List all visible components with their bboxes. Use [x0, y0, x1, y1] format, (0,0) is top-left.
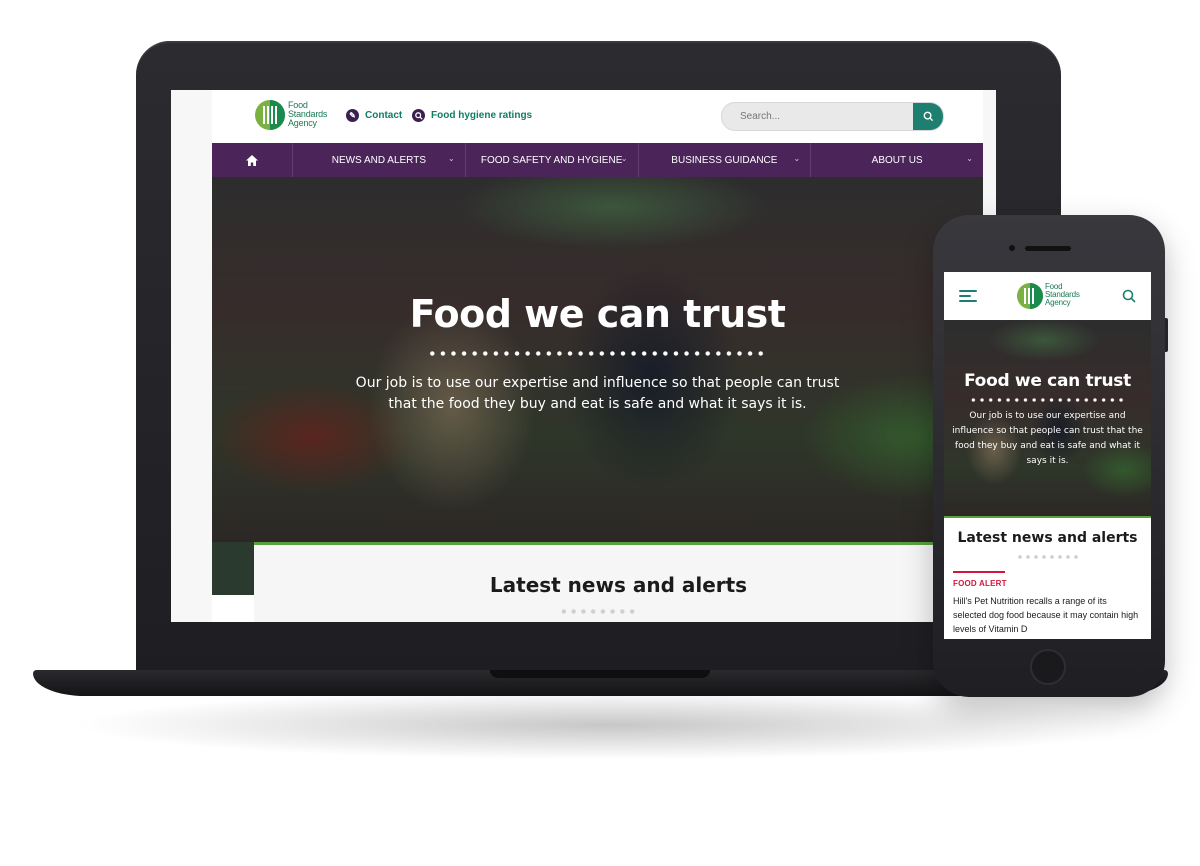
- chevron-down-icon: ⌄: [966, 154, 973, 163]
- mobile-hero-divider: [969, 398, 1126, 402]
- site-header: Food Standards Agency ✎ Contact Food hyg…: [212, 90, 983, 143]
- news-item-link[interactable]: Hill's Pet Nutrition recalls a range of …: [953, 594, 1139, 636]
- chevron-down-icon: ⌄: [620, 154, 628, 163]
- mobile-news-section: Latest news and alerts FOOD ALERT Hill's…: [944, 516, 1151, 639]
- phone-frame: Food Standards Agency Food we can trust …: [933, 215, 1165, 697]
- nav-item-business-guidance[interactable]: BUSINESS GUIDANCE ⌄: [639, 143, 812, 177]
- laptop-screen: Food Standards Agency ✎ Contact Food hyg…: [171, 90, 996, 622]
- nav-item-label: ABOUT US: [871, 154, 923, 166]
- food-hygiene-ratings-label: Food hygiene ratings: [431, 110, 533, 121]
- news-section: Latest news and alerts: [254, 542, 983, 622]
- search-button[interactable]: [913, 103, 943, 130]
- nav-item-about-us[interactable]: ABOUT US ⌄: [811, 143, 983, 177]
- contact-link[interactable]: ✎ Contact: [346, 109, 402, 122]
- chevron-down-icon: ⌄: [793, 154, 801, 163]
- hero-subtitle: Our job is to use our expertise and infl…: [355, 375, 840, 412]
- nav-item-news-and-alerts[interactable]: NEWS AND ALERTS ⌄: [293, 143, 466, 177]
- chevron-down-icon: ⌄: [448, 154, 455, 163]
- hamburger-menu-icon[interactable]: [959, 290, 977, 302]
- mobile-header: Food Standards Agency: [944, 272, 1151, 320]
- news-carousel-dots[interactable]: [559, 609, 637, 614]
- laptop-shadow: [70, 690, 1150, 760]
- fsa-logo-icon: [1017, 283, 1043, 309]
- nav-item-label: NEWS AND ALERTS: [331, 154, 427, 166]
- food-hygiene-ratings-link[interactable]: Food hygiene ratings: [412, 109, 532, 122]
- hero-divider: [427, 351, 767, 356]
- logo-text: Food Standards Agency: [1045, 282, 1080, 307]
- desktop-page: Food Standards Agency ✎ Contact Food hyg…: [212, 90, 983, 622]
- logo-text: Food Standards Agency: [288, 100, 328, 128]
- laptop-notch: [490, 670, 710, 678]
- mobile-hero-banner: Food we can trust Our job is to use our …: [944, 320, 1151, 516]
- home-icon: [246, 154, 258, 166]
- phone-camera: [1009, 245, 1015, 251]
- news-section-title: Latest news and alerts: [489, 573, 748, 597]
- mobile-news-carousel-dots[interactable]: [1016, 555, 1080, 559]
- pencil-icon: ✎: [346, 109, 359, 122]
- site-logo[interactable]: Food Standards Agency: [255, 100, 335, 132]
- phone-home-button: [1030, 649, 1066, 685]
- news-item-tag: FOOD ALERT: [953, 579, 1007, 588]
- search-input[interactable]: [722, 103, 912, 130]
- search-box: [721, 102, 944, 131]
- main-nav: NEWS AND ALERTS ⌄ FOOD SAFETY AND HYGIEN…: [212, 143, 983, 177]
- fsa-logo-icon: [255, 100, 285, 130]
- alert-accent-bar: [953, 571, 1005, 573]
- hero-photo-overlay: [212, 177, 983, 542]
- contact-link-label: Contact: [365, 110, 403, 121]
- hero-edge: [212, 542, 254, 595]
- nav-item-label: FOOD SAFETY AND HYGIENE: [480, 154, 623, 166]
- mobile-search-button[interactable]: [1122, 289, 1136, 303]
- mobile-site-logo[interactable]: Food Standards Agency: [1017, 283, 1097, 311]
- mobile-news-title: Latest news and alerts: [957, 530, 1138, 546]
- hero-title: Food we can trust: [409, 292, 786, 336]
- search-icon: [1122, 289, 1136, 303]
- nav-home-button[interactable]: [212, 143, 293, 177]
- nav-item-food-safety-and-hygiene[interactable]: FOOD SAFETY AND HYGIENE ⌄: [466, 143, 639, 177]
- phone-speaker: [1025, 246, 1071, 251]
- mobile-page: Food Standards Agency Food we can trust …: [944, 272, 1151, 639]
- hero-banner: Food we can trust Our job is to use our …: [212, 177, 983, 542]
- mobile-hero-subtitle: Our job is to use our expertise and infl…: [952, 411, 1143, 466]
- search-icon: [923, 111, 933, 122]
- magnifier-icon: [412, 109, 425, 122]
- mobile-hero-title: Food we can trust: [964, 371, 1131, 391]
- nav-item-label: BUSINESS GUIDANCE: [671, 154, 778, 166]
